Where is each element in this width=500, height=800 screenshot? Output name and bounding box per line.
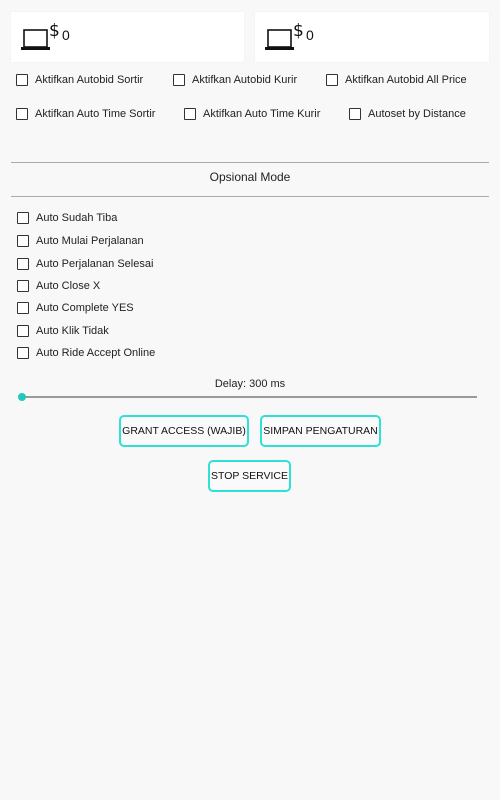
divider [11, 162, 489, 163]
laptop-dollar-icon: $ [265, 21, 304, 50]
checkbox-box[interactable] [16, 74, 28, 86]
checkbox-box[interactable] [17, 325, 29, 337]
autoset-distance-checkbox[interactable]: Autoset by Distance [349, 108, 466, 120]
checkbox-label: Aktifkan Autobid Kurir [192, 74, 298, 86]
delay-slider-track[interactable] [22, 396, 477, 398]
auto-mulai-perjalanan-checkbox[interactable]: Auto Mulai Perjalanan [17, 235, 144, 247]
auto-klik-tidak-checkbox[interactable]: Auto Klik Tidak [17, 325, 109, 337]
svg-text:$: $ [49, 21, 60, 41]
stop-service-button[interactable]: STOP SERVICE [208, 460, 291, 492]
checkbox-label: Auto Perjalanan Selesai [36, 258, 154, 270]
checkbox-box[interactable] [17, 302, 29, 314]
checkbox-box[interactable] [184, 108, 196, 120]
delay-label: Delay: 300 ms [214, 378, 286, 390]
autobid-sortir-checkbox[interactable]: Aktifkan Autobid Sortir [16, 74, 143, 86]
auto-perjalanan-selesai-checkbox[interactable]: Auto Perjalanan Selesai [17, 258, 153, 270]
autobid-row: Aktifkan Autobid Sortir Aktifkan Autobid… [0, 74, 500, 94]
checkbox-box[interactable] [16, 108, 28, 120]
autotime-row: Aktifkan Auto Time Sortir Aktifkan Auto … [0, 108, 500, 128]
balance-card: $ 0 [255, 12, 489, 62]
auto-complete-yes-checkbox[interactable]: Auto Complete YES [17, 302, 134, 314]
checkbox-label: Aktifkan Auto Time Sortir [35, 108, 156, 120]
balance-value: 0 [306, 27, 314, 43]
balance-value: 0 [62, 27, 70, 43]
checkbox-box[interactable] [173, 74, 185, 86]
auto-close-x-checkbox[interactable]: Auto Close X [17, 280, 100, 292]
checkbox-box[interactable] [17, 258, 29, 270]
autobid-kurir-checkbox[interactable]: Aktifkan Autobid Kurir [173, 74, 297, 86]
checkbox-label: Auto Close X [36, 280, 101, 292]
auto-time-sortir-checkbox[interactable]: Aktifkan Auto Time Sortir [16, 108, 155, 120]
checkbox-box[interactable] [17, 347, 29, 359]
auto-ride-accept-online-checkbox[interactable]: Auto Ride Accept Online [17, 347, 155, 359]
divider [11, 196, 489, 197]
checkbox-label: Auto Klik Tidak [36, 325, 109, 337]
checkbox-box[interactable] [326, 74, 338, 86]
checkbox-label: Autoset by Distance [368, 108, 466, 120]
auto-sudah-tiba-checkbox[interactable]: Auto Sudah Tiba [17, 212, 117, 224]
svg-text:$: $ [293, 21, 304, 41]
checkbox-label: Auto Ride Accept Online [36, 347, 156, 359]
save-settings-button[interactable]: SIMPAN PENGATURAN [260, 415, 381, 447]
checkbox-label: Auto Sudah Tiba [36, 212, 118, 224]
delay-slider-thumb[interactable] [18, 393, 26, 401]
checkbox-label: Aktifkan Autobid All Price [345, 74, 467, 86]
balance-card: $ 0 [11, 12, 244, 62]
checkbox-label: Auto Mulai Perjalanan [36, 235, 144, 247]
auto-time-kurir-checkbox[interactable]: Aktifkan Auto Time Kurir [184, 108, 320, 120]
laptop-dollar-icon: $ [21, 21, 60, 50]
checkbox-box[interactable] [17, 235, 29, 247]
checkbox-label: Auto Complete YES [36, 302, 134, 314]
checkbox-box[interactable] [17, 280, 29, 292]
grant-access-button[interactable]: GRANT ACCESS (WAJIB) [119, 415, 249, 447]
section-title: Opsional Mode [209, 170, 291, 184]
checkbox-box[interactable] [17, 212, 29, 224]
autobid-all-price-checkbox[interactable]: Aktifkan Autobid All Price [326, 74, 467, 86]
checkbox-box[interactable] [349, 108, 361, 120]
checkbox-label: Aktifkan Auto Time Kurir [203, 108, 321, 120]
checkbox-label: Aktifkan Autobid Sortir [35, 74, 144, 86]
